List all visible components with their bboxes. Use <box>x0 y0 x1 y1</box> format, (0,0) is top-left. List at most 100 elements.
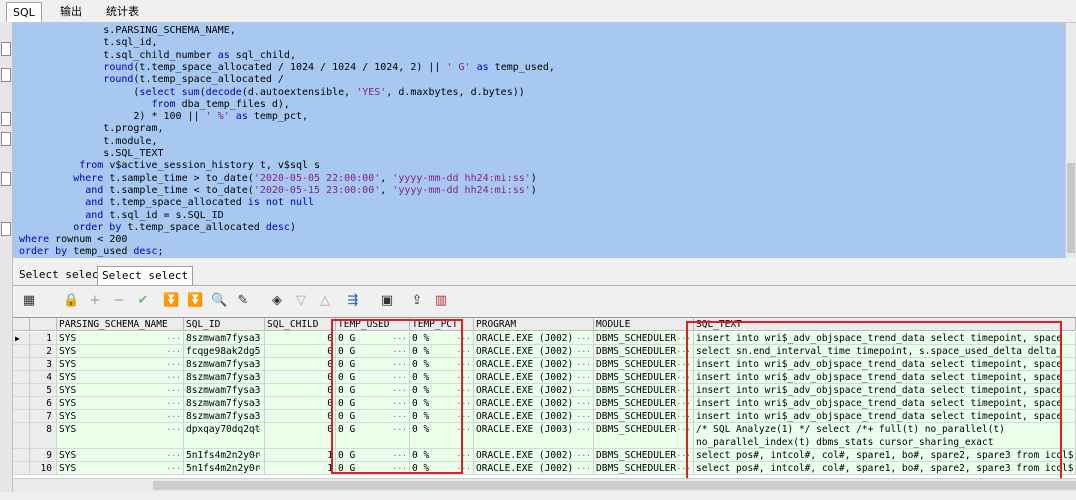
cell-child[interactable]: 0 <box>265 397 336 410</box>
cell-child[interactable]: 1 <box>265 462 336 475</box>
cell-child[interactable]: 0 <box>265 384 336 397</box>
cell-editor-button[interactable]: ··· <box>393 345 407 357</box>
cell-editor-button[interactable]: ··· <box>248 423 262 436</box>
cell-editor-button[interactable]: ··· <box>248 384 262 396</box>
cell-schema[interactable]: SYS ··· <box>57 397 184 410</box>
cell-editor-button[interactable]: ··· <box>677 358 691 370</box>
filter-down-icon[interactable]: ▽ <box>293 293 309 309</box>
cell-temp-used[interactable]: 0 G ··· <box>336 384 410 397</box>
fetch-next-icon[interactable]: ⏬ <box>163 293 179 309</box>
cell-module[interactable]: DBMS_SCHEDULER ··· <box>594 332 694 345</box>
cell-child[interactable]: 0 <box>265 332 336 345</box>
cell-schema[interactable]: SYS ··· <box>57 358 184 371</box>
column-header-parsing-schema-name[interactable]: PARSING_SCHEMA_NAME <box>57 318 184 331</box>
cell-editor-button[interactable]: ··· <box>457 397 471 409</box>
cell-editor-button[interactable]: ··· <box>457 449 471 461</box>
cell-sql-id[interactable]: 8szmwam7fysa3 ··· <box>184 410 265 423</box>
cell-module[interactable]: DBMS_SCHEDULER ··· <box>594 410 694 423</box>
cell-schema[interactable]: SYS ··· <box>57 371 184 384</box>
cell-sql-id[interactable]: dpxqay70dq2qt ··· <box>184 423 265 449</box>
gutter-button[interactable] <box>1 132 11 146</box>
cell-temp-used[interactable]: 0 G ··· <box>336 332 410 345</box>
grid-horizontal-scrollbar[interactable] <box>13 478 1076 493</box>
cell-editor-button[interactable]: ··· <box>577 423 591 436</box>
cell-editor-button[interactable]: ··· <box>677 371 691 383</box>
cell-editor-button[interactable]: ··· <box>457 332 471 344</box>
cell-child[interactable]: 1 <box>265 449 336 462</box>
cell-program[interactable]: ORACLE.EXE (J002) ··· <box>474 384 594 397</box>
gutter-button[interactable] <box>1 42 11 56</box>
cell-editor-button[interactable]: ··· <box>248 397 262 409</box>
cell-editor-button[interactable]: ··· <box>248 449 262 461</box>
cell-sql-text[interactable]: insert into wri$_adv_objspace_trend_data… <box>694 397 1076 410</box>
cell-module[interactable]: DBMS_SCHEDULER ··· <box>594 449 694 462</box>
cell-editor-button[interactable]: ··· <box>457 423 471 436</box>
cell-editor-button[interactable]: ··· <box>393 397 407 409</box>
cell-sql-text[interactable]: insert into wri$_adv_objspace_trend_data… <box>694 358 1076 371</box>
cell-temp-used[interactable]: 0 G ··· <box>336 345 410 358</box>
gutter-button[interactable] <box>1 222 11 236</box>
cell-temp-pct[interactable]: 0 % ··· <box>410 332 474 345</box>
cell-editor-button[interactable]: ··· <box>577 332 591 344</box>
table-row[interactable]: 5 SYS ··· 8szmwam7fysa3 ··· 0 0 G ··· 0 % ··· ORAC… <box>13 384 1076 397</box>
gutter-button[interactable] <box>1 112 11 126</box>
cell-editor-button[interactable]: ··· <box>248 371 262 383</box>
cell-module[interactable]: DBMS_SCHEDULER ··· <box>594 384 694 397</box>
cell-child[interactable]: 0 <box>265 345 336 358</box>
query-by-example-icon[interactable]: ◈ <box>269 293 285 309</box>
cell-editor-button[interactable]: ··· <box>167 371 181 383</box>
cell-program[interactable]: ORACLE.EXE (J002) ··· <box>474 449 594 462</box>
cell-editor-button[interactable]: ··· <box>577 358 591 370</box>
cell-editor-button[interactable]: ··· <box>248 345 262 357</box>
cell-editor-button[interactable]: ··· <box>577 345 591 357</box>
cell-module[interactable]: DBMS_SCHEDULER ··· <box>594 397 694 410</box>
cell-editor-button[interactable]: ··· <box>393 423 407 436</box>
cell-editor-button[interactable]: ··· <box>457 384 471 396</box>
cell-editor-button[interactable]: ··· <box>457 410 471 422</box>
cell-editor-button[interactable]: ··· <box>577 462 591 474</box>
cell-temp-used[interactable]: 0 G ··· <box>336 449 410 462</box>
cell-sql-id[interactable]: 8szmwam7fysa3 ··· <box>184 384 265 397</box>
grid-options-icon[interactable]: ▦ <box>21 293 37 309</box>
cell-sql-text[interactable]: select pos#, intcol#, col#, spare1, bo#,… <box>694 462 1076 475</box>
cell-editor-button[interactable]: ··· <box>393 384 407 396</box>
cell-editor-button[interactable]: ··· <box>248 332 262 344</box>
fetch-all-icon[interactable]: ⏬ <box>187 293 203 309</box>
cell-editor-button[interactable]: ··· <box>457 462 471 474</box>
cell-schema[interactable]: SYS ··· <box>57 345 184 358</box>
cell-temp-pct[interactable]: 0 % ··· <box>410 371 474 384</box>
link-icon[interactable]: ⇶ <box>345 293 361 309</box>
cell-editor-button[interactable]: ··· <box>677 462 691 474</box>
cell-program[interactable]: ORACLE.EXE (J002) ··· <box>474 462 594 475</box>
cell-child[interactable]: 0 <box>265 423 336 449</box>
cell-editor-button[interactable]: ··· <box>457 371 471 383</box>
cell-sql-text[interactable]: insert into wri$_adv_objspace_trend_data… <box>694 371 1076 384</box>
filter-up-icon[interactable]: △ <box>317 293 333 309</box>
cell-temp-used[interactable]: 0 G ··· <box>336 397 410 410</box>
table-row[interactable]: 4 SYS ··· 8szmwam7fysa3 ··· 0 0 G ··· 0 % ··· ORAC… <box>13 371 1076 384</box>
cell-sql-text[interactable]: select sn.end_interval_time timepoint, s… <box>694 345 1076 358</box>
cell-program[interactable]: ORACLE.EXE (J002) ··· <box>474 358 594 371</box>
cell-program[interactable]: ORACLE.EXE (J003) ··· <box>474 423 594 449</box>
cell-editor-button[interactable]: ··· <box>677 397 691 409</box>
post-edit-icon[interactable]: ✔ <box>135 293 151 309</box>
cell-sql-id[interactable]: 5n1fs4m2n2y0r ··· <box>184 449 265 462</box>
column-header-temp-used[interactable]: TEMP_USED <box>336 318 410 331</box>
cell-sql-id[interactable]: 5n1fs4m2n2y0r ··· <box>184 462 265 475</box>
clear-icon[interactable]: ✎ <box>235 293 251 309</box>
cell-schema[interactable]: SYS ··· <box>57 423 184 449</box>
table-row[interactable]: 7 SYS ··· 8szmwam7fysa3 ··· 0 0 G ··· 0 % ··· ORAC… <box>13 410 1076 423</box>
cell-module[interactable]: DBMS_SCHEDULER ··· <box>594 345 694 358</box>
cell-editor-button[interactable]: ··· <box>248 410 262 422</box>
cell-temp-pct[interactable]: 0 % ··· <box>410 449 474 462</box>
cell-editor-button[interactable]: ··· <box>393 449 407 461</box>
save-icon[interactable]: ▣ <box>379 293 395 309</box>
cell-sql-id[interactable]: 8szmwam7fysa3 ··· <box>184 332 265 345</box>
column-header-temp-pct[interactable]: TEMP_PCT <box>410 318 474 331</box>
cell-module[interactable]: DBMS_SCHEDULER ··· <box>594 358 694 371</box>
cell-editor-button[interactable]: ··· <box>677 410 691 422</box>
cell-editor-button[interactable]: ··· <box>167 397 181 409</box>
cell-editor-button[interactable]: ··· <box>457 345 471 357</box>
cell-schema[interactable]: SYS ··· <box>57 449 184 462</box>
column-header-module[interactable]: MODULE <box>594 318 694 331</box>
